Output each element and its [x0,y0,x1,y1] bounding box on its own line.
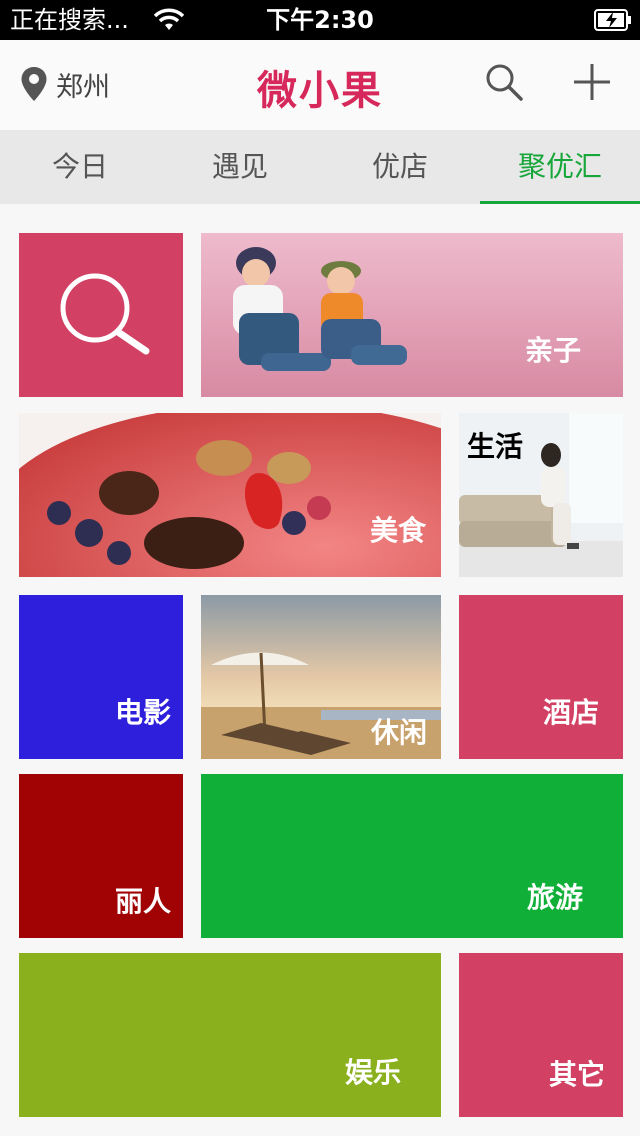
status-bar: 正在搜索... 下午2:30 [0,0,640,40]
tab-meet[interactable]: 遇见 [160,130,320,204]
search-tile[interactable] [19,233,183,397]
search-icon [60,273,150,355]
app-title: 微小果 [257,68,383,114]
tile-label: 娱乐 [344,1056,401,1089]
add-icon[interactable] [572,62,612,102]
tile-label: 休闲 [370,716,427,749]
movie-tile[interactable]: 电影 [19,595,183,759]
app-header: 郑州 微小果 [0,40,640,130]
tile-label: 其它 [548,1058,605,1091]
travel-tile[interactable]: 旅游 [201,774,623,938]
family-photo [201,233,623,397]
clock: 下午2:30 [266,6,374,34]
family-tile[interactable]: 亲子 [201,233,623,397]
tile-label: 旅游 [526,881,583,914]
tab-bar: 今日 遇见 优店 聚优汇 [0,130,640,204]
leisure-tile[interactable]: 休闲 [201,595,441,759]
tab-shops[interactable]: 优店 [320,130,480,204]
battery-charging-icon [594,9,631,31]
beauty-tile[interactable]: 丽人 [19,774,183,938]
tile-label: 酒店 [542,696,599,729]
tile-label: 生活 [467,430,524,463]
life-tile[interactable]: 生活 [459,413,623,577]
tile-label: 丽人 [114,885,171,918]
entertainment-tile[interactable]: 娱乐 [19,953,441,1117]
tile-label: 美食 [369,514,426,547]
food-photo [19,413,441,577]
tab-deals[interactable]: 聚优汇 [480,130,640,204]
others-tile[interactable]: 其它 [459,953,623,1117]
tile-label: 亲子 [524,334,581,367]
tile-label: 电影 [114,696,171,729]
search-icon[interactable] [484,62,524,102]
hotel-tile[interactable]: 酒店 [459,595,623,759]
food-tile[interactable]: 美食 [19,413,441,577]
tab-today[interactable]: 今日 [0,130,160,204]
